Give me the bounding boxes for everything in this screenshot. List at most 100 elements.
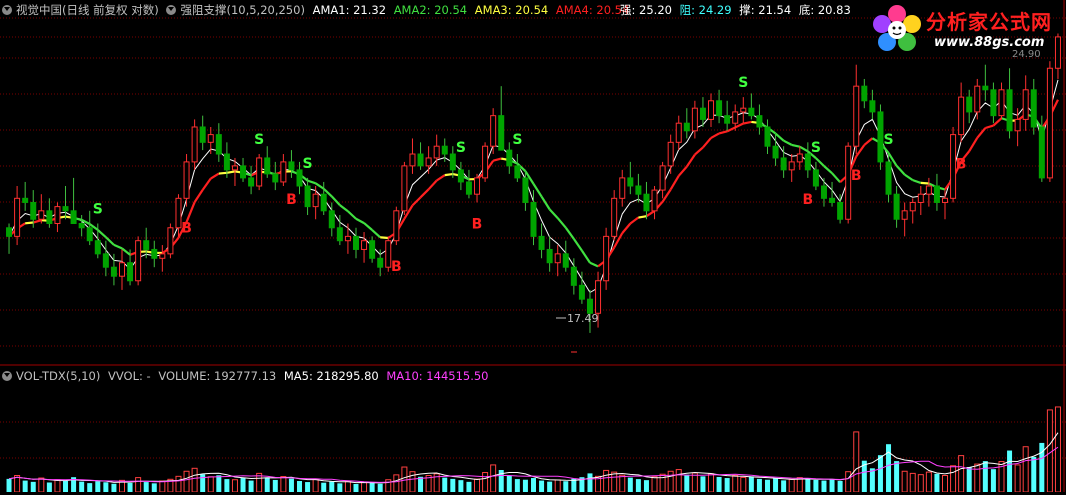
volume-bar-up (846, 472, 851, 492)
volume-bar-down (983, 461, 988, 492)
volume-bar-up (918, 475, 923, 492)
ama-trend-segment (663, 189, 671, 201)
volume-header: VOL-TDX(5,10) VVOL: - VOLUME: 192777.13 … (2, 367, 493, 385)
stock-title[interactable]: 视觉中国(日线 前复权 对数) (16, 3, 159, 17)
ama-trend-segment (550, 209, 558, 218)
candle-body-up (926, 186, 931, 194)
support-value: 撑: 21.54 (739, 3, 791, 17)
volume-bar-down (216, 475, 221, 492)
candle-body-down (216, 135, 221, 154)
dropdown-icon[interactable] (166, 5, 176, 15)
candle-body-down (644, 194, 649, 211)
ma5-value: MA5: 218295.80 (284, 369, 379, 383)
candle-body-down (128, 263, 133, 281)
candle-body-down (297, 170, 302, 186)
candle-body-up (975, 86, 980, 112)
candle-body-up (426, 158, 431, 166)
volume-bar-down (757, 479, 762, 492)
volume-bar-down (886, 444, 891, 492)
volume-bar-down (31, 482, 36, 492)
ma10-value: MA10: 144515.50 (386, 369, 488, 383)
volume-bar-up (959, 456, 964, 492)
candle-body-up (345, 236, 350, 240)
chart-canvas[interactable]: SSSSSSSSBBBBBBB 17.49 24.90 (0, 0, 1066, 492)
ama-trend-segment (574, 239, 582, 251)
volume-bar-down (241, 478, 246, 492)
dropdown-icon[interactable] (2, 371, 12, 381)
volume-bar-down (934, 474, 939, 492)
logo-title: 分析家公式网 (926, 6, 1052, 35)
volume-bar-up (741, 477, 746, 492)
buy-signal-label: B (851, 168, 862, 184)
stock-chart-window: SSSSSSSSBBBBBBB 17.49 24.90 视觉中国(日线 前复权 … (0, 0, 1066, 492)
candle-body-up (999, 90, 1004, 116)
candle-body-down (103, 254, 108, 267)
ama-trend-segment (33, 220, 41, 222)
candle-body-down (224, 154, 229, 170)
ama-trend-segment (219, 173, 227, 174)
volume-bar-down (805, 479, 810, 492)
candle-body-down (458, 170, 463, 182)
ama-trend-segment (558, 218, 566, 228)
candle-body-down (265, 158, 270, 174)
volume-bar-down (63, 481, 68, 492)
candle-body-down (636, 186, 641, 194)
ama-trend-segment (534, 184, 542, 197)
ama-trend-segment (993, 118, 1001, 125)
volume-bar-up (854, 432, 859, 492)
volume-bar-down (628, 478, 633, 492)
candle-body-up (612, 198, 617, 236)
ama-trend-segment (364, 223, 372, 230)
volume-bar-up (951, 466, 956, 492)
volume-bar-up (943, 476, 948, 493)
volume-bar-down (991, 469, 996, 492)
volume-bar-down (329, 482, 334, 492)
volume-bar-down (128, 483, 133, 492)
candle-body-up (741, 108, 746, 112)
volume-bar-up (345, 481, 350, 492)
ama-trend-segment (816, 158, 824, 166)
volume-value: VOLUME: 192777.13 (158, 369, 276, 383)
buy-signal-label: B (472, 216, 483, 232)
volume-bar-down (700, 476, 705, 492)
volume-bar-up (184, 471, 189, 492)
candle-body-down (241, 166, 246, 178)
candle-body-up (192, 127, 197, 162)
candle-body-down (725, 116, 730, 124)
volume-bar-down (353, 484, 358, 492)
volume-bar-down (684, 475, 689, 492)
volume-bar-down (47, 482, 52, 492)
volume-bar-up (208, 477, 213, 492)
candle-body-down (765, 127, 770, 146)
candle-body-up (15, 198, 20, 236)
candle-body-down (862, 86, 867, 101)
ama-trend-segment (493, 159, 501, 161)
candle-body-down (273, 174, 278, 182)
volume-bar-down (781, 480, 786, 492)
volume-bar-down (870, 468, 875, 492)
ama-trend-segment (380, 237, 388, 238)
candle-body-up (959, 97, 964, 135)
volume-bar-up (652, 477, 657, 492)
volume-bar-up (1015, 465, 1020, 492)
dropdown-icon[interactable] (2, 5, 12, 15)
volume-bar-up (789, 479, 794, 492)
candle-body-down (7, 228, 12, 237)
ama-trend-segment (703, 138, 711, 148)
ama-trend-segment (211, 174, 219, 179)
candle-body-up (184, 162, 189, 198)
volume-bar-down (265, 477, 270, 492)
candle-body-down (967, 97, 972, 112)
ama-trend-segment (695, 147, 703, 154)
volume-bar-down (87, 483, 92, 492)
volume-bar-down (337, 483, 342, 492)
indicator-name[interactable]: 强阻支撑(10,5,20,250) (180, 3, 304, 17)
volume-indicator-name[interactable]: VOL-TDX(5,10) (16, 369, 100, 383)
candle-body-down (305, 186, 310, 207)
volume-bar-down (587, 473, 592, 492)
candle-body-up (208, 135, 213, 143)
candle-body-up (709, 101, 714, 120)
candle-body-up (604, 236, 609, 280)
volume-bar-up (1055, 407, 1060, 492)
ama-trend-segment (784, 141, 792, 145)
